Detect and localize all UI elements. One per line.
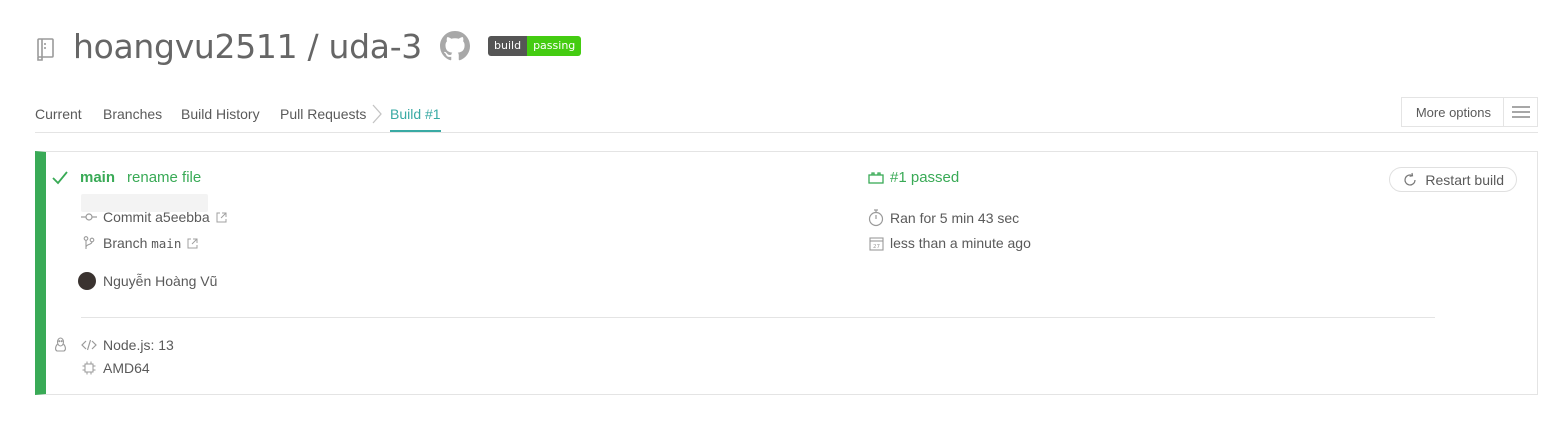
commit-label: Commit: [103, 209, 152, 225]
commit-header: main rename file: [80, 169, 201, 186]
commit-icon: [80, 212, 98, 222]
linux-icon: [54, 337, 67, 358]
avatar: [78, 272, 96, 290]
more-options-label: More options: [1415, 104, 1491, 120]
duration-row: Ran for 5 min 43 sec: [867, 209, 1019, 227]
language-row: Node.js: 13: [80, 337, 174, 353]
badge-value: passing: [527, 36, 582, 56]
restart-build-button[interactable]: Restart build: [1389, 167, 1517, 192]
finished-row: 27 less than a minute ago: [867, 235, 1031, 251]
divider: [81, 317, 1435, 318]
branch-icon: [80, 236, 98, 250]
tab-build-history[interactable]: Build History: [181, 106, 260, 122]
repo-icon: [35, 36, 57, 62]
chevron-right-icon: [372, 104, 382, 129]
build-tabs: Current Branches Build History Pull Requ…: [35, 97, 1538, 133]
language-text: Node.js: 13: [103, 337, 174, 353]
restart-icon: [1404, 172, 1417, 186]
author-row: Nguyễn Hoàng Vũ: [78, 272, 217, 290]
build-status-row: #1 passed: [867, 169, 959, 186]
arch-row: AMD64: [80, 360, 150, 376]
badge-label: build: [488, 36, 528, 56]
commit-row: Commit a5eebba: [80, 209, 227, 225]
commit-sha[interactable]: a5eebba: [155, 209, 210, 225]
commit-message[interactable]: rename file: [127, 169, 201, 186]
build-card: main rename file Commit a5eebba Branch m…: [35, 151, 1538, 395]
external-link-icon[interactable]: [216, 212, 227, 223]
tab-build[interactable]: Build #1: [390, 106, 441, 132]
tab-pull-requests[interactable]: Pull Requests: [280, 106, 366, 122]
cpu-icon: [80, 361, 98, 375]
branch-row: Branch main: [80, 235, 198, 251]
repo-header: hoangvu2511 / uda-3 build passing: [35, 26, 582, 66]
more-options-button[interactable]: More options: [1400, 97, 1538, 127]
duration-text: Ran for 5 min 43 sec: [890, 210, 1020, 226]
calendar-icon: 27: [867, 236, 885, 251]
finished-text: less than a minute ago: [890, 235, 1031, 251]
menu-icon[interactable]: [1503, 98, 1537, 126]
external-link-icon[interactable]: [187, 238, 198, 249]
branch-value[interactable]: main: [151, 236, 181, 251]
build-status-badge[interactable]: build passing: [488, 36, 582, 56]
stopwatch-icon: [867, 209, 885, 227]
arch-text: AMD64: [103, 360, 150, 376]
build-status-icon: [867, 171, 885, 184]
svg-text:27: 27: [873, 244, 880, 250]
branch-label: Branch: [103, 235, 148, 251]
tab-current[interactable]: Current: [35, 106, 82, 122]
github-icon[interactable]: [440, 31, 471, 61]
restart-label: Restart build: [1425, 171, 1504, 188]
build-status-text[interactable]: #1 passed: [890, 169, 959, 186]
tab-branches[interactable]: Branches: [103, 106, 162, 122]
author-name: Nguyễn Hoàng Vũ: [103, 273, 218, 289]
repo-title[interactable]: hoangvu2511 / uda-3: [73, 27, 422, 66]
check-icon: [52, 171, 68, 190]
code-icon: [80, 339, 98, 351]
branch-link[interactable]: main: [80, 169, 115, 186]
